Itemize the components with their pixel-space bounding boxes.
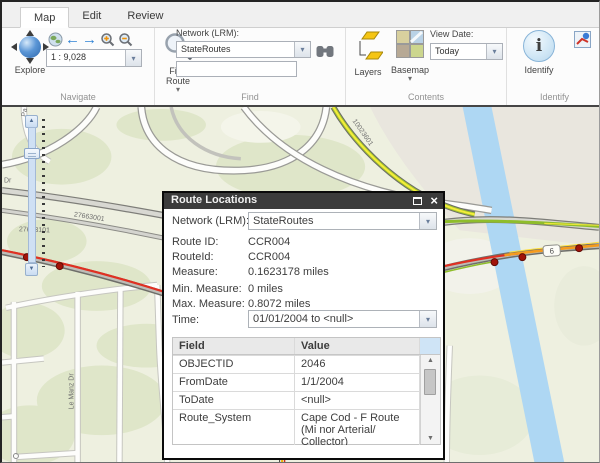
explore-arrow-left-icon — [11, 43, 17, 51]
col-header-field: Field — [173, 338, 295, 354]
network-lrm-combobox[interactable]: StateRoutes ▾ — [176, 41, 311, 58]
route-locations-dialog: Route Locations × Network (LRM): StateRo… — [162, 191, 445, 460]
value-cell: 2046 — [295, 356, 420, 373]
svg-text:Le Manz Dr: Le Manz Dr — [69, 373, 76, 410]
routeid-label: RouteId: — [172, 251, 214, 263]
binoculars-icon — [316, 44, 334, 58]
identify-route-icon — [574, 31, 591, 48]
time-label: Time: — [172, 314, 199, 326]
view-date-label: View Date: — [430, 29, 473, 39]
scrollbar-thumb[interactable] — [424, 369, 436, 395]
application-window: Map Edit Review Explore ← → — [0, 0, 600, 463]
scroll-up-icon[interactable]: ▲ — [421, 357, 440, 364]
col-header-value: Value — [295, 338, 420, 354]
identify-label: Identify — [507, 65, 571, 75]
tab-map[interactable]: Map — [20, 7, 69, 28]
tab-review[interactable]: Review — [114, 6, 176, 27]
col-header-scroll — [420, 338, 440, 354]
basemap-dropdown-caret-icon: ▾ — [388, 75, 432, 83]
explore-arrow-up-icon — [26, 30, 34, 36]
ribbon: Explore ← → 1 : 9,028 ▾ — [2, 28, 599, 105]
maximize-icon[interactable] — [413, 197, 422, 205]
tab-edit[interactable]: Edit — [69, 6, 114, 27]
explore-arrow-down-icon — [26, 58, 34, 64]
value-cell: Cape Cod - F Route (Mi nor Arterial/ Col… — [295, 410, 420, 445]
previous-extent-button[interactable]: ← — [65, 32, 80, 47]
map-scale-combobox[interactable]: 1 : 9,028 ▾ — [46, 49, 142, 67]
basemap-icon — [396, 30, 424, 60]
table-row: OBJECTID 2046 — [173, 355, 440, 373]
explore-button[interactable] — [12, 31, 48, 63]
table-row: FromDate 1/1/2004 — [173, 373, 440, 391]
network-lrm-value: StateRoutes — [177, 42, 294, 57]
layers-label: Layers — [348, 67, 388, 77]
identify-button[interactable]: i — [523, 30, 555, 62]
table-scrollbar[interactable]: ▲ ▼ — [420, 355, 440, 444]
group-label-identify: Identify — [507, 92, 600, 102]
measure-value: 0.1623178 miles — [248, 266, 329, 278]
value-cell: <null> — [295, 392, 420, 409]
layers-icon — [353, 30, 383, 62]
zoom-slider-ticks — [42, 119, 45, 267]
dialog-body: Network (LRM): StateRoutes ▾ Route ID: C… — [164, 209, 443, 458]
route-search-input[interactable] — [176, 61, 297, 77]
explore-orb-icon — [19, 36, 41, 58]
field-cell: ToDate — [173, 392, 295, 409]
attribute-table-header: Field Value — [173, 338, 440, 355]
scroll-down-icon[interactable]: ▼ — [421, 435, 440, 442]
map-zoom-slider[interactable]: ▲ ▼ — [25, 115, 49, 276]
min-measure-label: Min. Measure: — [172, 283, 242, 295]
route-shield: 6 — [543, 245, 561, 257]
dialog-network-dropdown-button[interactable]: ▾ — [419, 213, 436, 229]
map-scale-dropdown-button[interactable]: ▾ — [125, 50, 141, 66]
svg-text:Dr: Dr — [4, 178, 12, 185]
dialog-network-label: Network (LRM): — [172, 215, 249, 227]
max-measure-value: 0.8072 miles — [248, 298, 310, 310]
group-identify: i Identify Identify — [507, 28, 600, 105]
group-find: Find Route ▾ Network (LRM): StateRoutes … — [155, 28, 346, 105]
value-cell: 1/1/2004 — [295, 374, 420, 391]
zoom-slider-down-button[interactable]: ▼ — [25, 263, 38, 276]
group-contents: Layers Basemap ▾ View Date: Today ▾ Cont… — [346, 28, 507, 105]
time-value: 01/01/2004 to <null> — [249, 311, 419, 327]
table-row: ToDate <null> — [173, 391, 440, 409]
field-cell: OBJECTID — [173, 356, 295, 373]
group-label-find: Find — [155, 92, 345, 102]
max-measure-label: Max. Measure: — [172, 298, 245, 310]
map-viewport: 6 27663001 27663101 27326001 10023601 Le… — [2, 105, 599, 462]
dialog-network-combobox[interactable]: StateRoutes ▾ — [248, 212, 437, 230]
measure-label: Measure: — [172, 266, 218, 278]
ribbon-tab-bar: Map Edit Review — [2, 2, 599, 28]
network-lrm-dropdown-button[interactable]: ▾ — [294, 42, 310, 57]
time-dropdown-button[interactable]: ▾ — [419, 311, 436, 327]
group-navigate: Explore ← → 1 : 9,028 ▾ — [2, 28, 155, 105]
locate-route-button[interactable] — [316, 44, 334, 63]
table-row: Route_System Cape Cod - F Route (Mi nor … — [173, 409, 440, 445]
view-date-dropdown-button[interactable]: ▾ — [486, 44, 502, 59]
view-date-value: Today — [431, 44, 486, 59]
map-scale-value: 1 : 9,028 — [47, 50, 125, 66]
full-extent-globe-button[interactable] — [48, 32, 63, 47]
route-id-value: CCR004 — [248, 236, 290, 248]
min-measure-value: 0 miles — [248, 283, 283, 295]
group-label-navigate: Navigate — [2, 92, 154, 102]
field-cell: FromDate — [173, 374, 295, 391]
basemap-button[interactable]: Basemap ▾ — [388, 30, 432, 83]
view-date-combobox[interactable]: Today ▾ — [430, 43, 503, 60]
close-icon[interactable]: × — [430, 193, 438, 208]
dialog-title: Route Locations — [171, 194, 257, 206]
dialog-network-value: StateRoutes — [249, 213, 419, 229]
network-lrm-label: Network (LRM): — [176, 28, 239, 38]
dialog-title-bar[interactable]: Route Locations × — [164, 193, 443, 209]
next-extent-button[interactable]: → — [82, 32, 97, 47]
route-id-label: Route ID: — [172, 236, 218, 248]
routeid-value: CCR004 — [248, 251, 290, 263]
attribute-table: Field Value OBJECTID 2046 FromDate 1/1/2… — [172, 337, 441, 445]
identify-route-locations-button[interactable] — [574, 31, 591, 53]
field-cell: Route_System — [173, 410, 295, 445]
time-combobox[interactable]: 01/01/2004 to <null> ▾ — [248, 310, 437, 328]
zoom-slider-handle[interactable] — [24, 148, 40, 159]
layers-button[interactable]: Layers — [348, 30, 388, 77]
group-label-contents: Contents — [346, 92, 506, 102]
